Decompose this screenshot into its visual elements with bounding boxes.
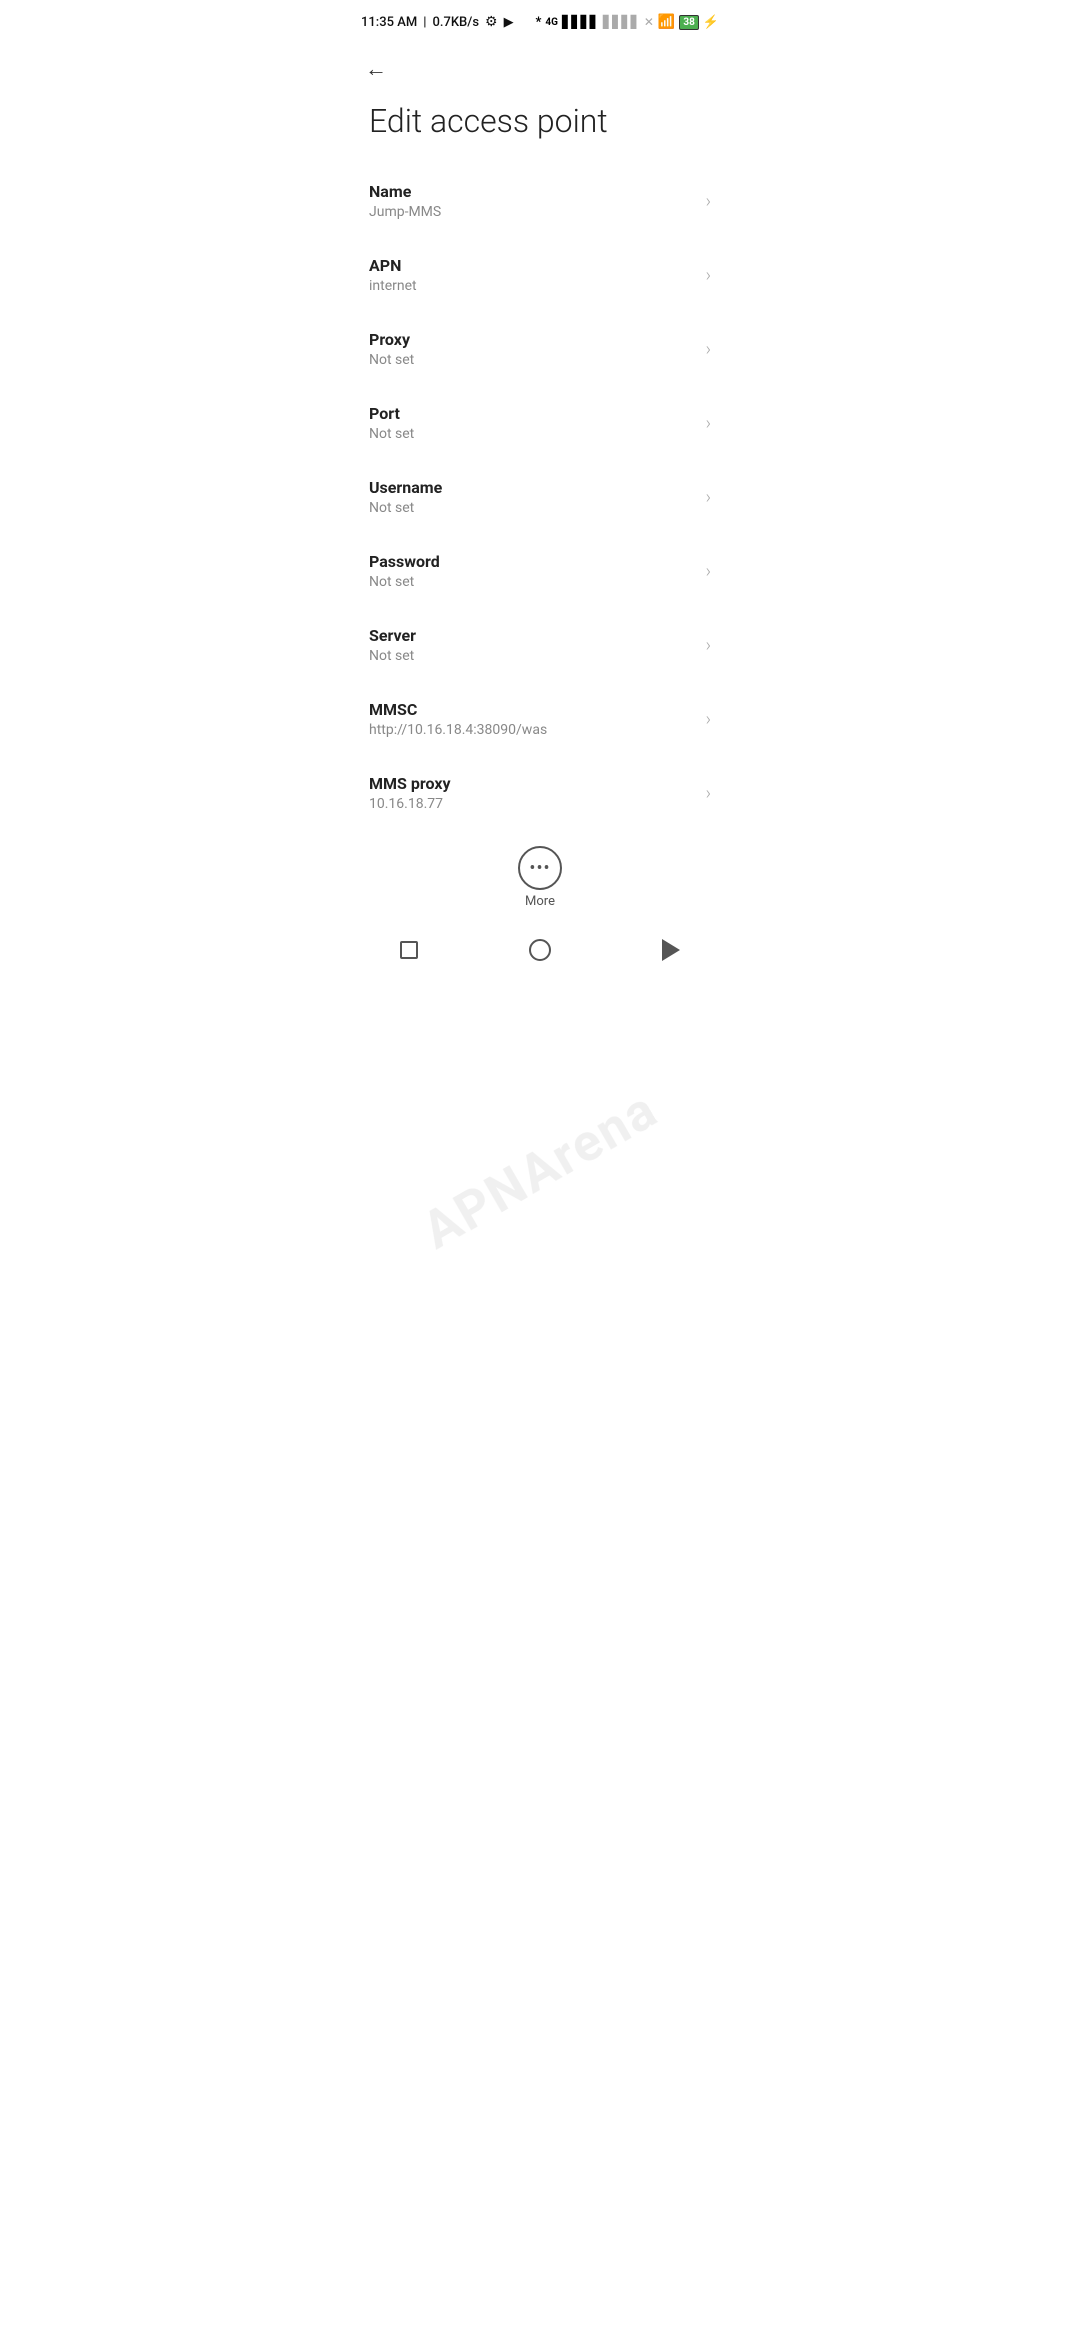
settings-item-label: Password bbox=[369, 552, 698, 571]
settings-item-value: Not set bbox=[369, 352, 698, 368]
more-label: More bbox=[525, 894, 555, 909]
settings-item-content: Password Not set bbox=[369, 552, 698, 590]
more-circle-icon: ••• bbox=[518, 846, 562, 890]
chevron-right-icon: › bbox=[706, 561, 711, 582]
settings-item-label: MMS proxy bbox=[369, 774, 698, 793]
settings-item[interactable]: Server Not set › bbox=[345, 608, 735, 682]
back-nav-icon bbox=[662, 939, 680, 961]
signal2-icon: ▋▋▋▋ bbox=[603, 15, 640, 29]
settings-list: Name Jump-MMS › APN internet › Proxy Not… bbox=[345, 164, 735, 830]
page-title: Edit access point bbox=[345, 94, 735, 164]
settings-item-value: http://10.16.18.4:38090/was bbox=[369, 722, 698, 738]
recents-icon bbox=[400, 941, 418, 959]
status-time: 11:35 AM bbox=[361, 15, 417, 30]
status-left: 11:35 AM | 0.7KB/s ⚙ ▶ bbox=[361, 14, 514, 30]
chevron-right-icon: › bbox=[706, 783, 711, 804]
settings-item-content: Name Jump-MMS bbox=[369, 182, 698, 220]
video-icon: ▶ bbox=[504, 15, 514, 30]
status-right: * 4G ▋▋▋▋ ▋▋▋▋ ✕ 📶 38 ⚡ bbox=[536, 14, 719, 30]
settings-item-value: Jump-MMS bbox=[369, 204, 698, 220]
charging-icon: ⚡ bbox=[703, 15, 719, 30]
settings-item-label: Name bbox=[369, 182, 698, 201]
settings-item-value: 10.16.18.77 bbox=[369, 796, 698, 812]
settings-item[interactable]: APN internet › bbox=[345, 238, 735, 312]
chevron-right-icon: › bbox=[706, 487, 711, 508]
settings-item-label: APN bbox=[369, 256, 698, 275]
back-nav-button[interactable] bbox=[656, 933, 686, 967]
settings-item-label: Port bbox=[369, 404, 698, 423]
back-arrow-icon: ← bbox=[365, 56, 387, 82]
settings-item-label: Username bbox=[369, 478, 698, 497]
home-button[interactable] bbox=[523, 933, 557, 967]
more-button[interactable]: ••• More bbox=[345, 830, 735, 921]
settings-item-label: Proxy bbox=[369, 330, 698, 349]
back-area: ← bbox=[345, 40, 735, 94]
settings-item-value: internet bbox=[369, 278, 698, 294]
settings-item-content: MMSC http://10.16.18.4:38090/was bbox=[369, 700, 698, 738]
settings-item-content: Server Not set bbox=[369, 626, 698, 664]
settings-item[interactable]: MMSC http://10.16.18.4:38090/was › bbox=[345, 682, 735, 756]
settings-item[interactable]: Proxy Not set › bbox=[345, 312, 735, 386]
no-signal-icon: ✕ bbox=[644, 15, 654, 29]
back-button[interactable]: ← bbox=[361, 52, 391, 86]
chevron-right-icon: › bbox=[706, 191, 711, 212]
wifi-icon: 📶 bbox=[658, 14, 675, 30]
settings-item-content: Proxy Not set bbox=[369, 330, 698, 368]
settings-item[interactable]: Port Not set › bbox=[345, 386, 735, 460]
settings-item[interactable]: Username Not set › bbox=[345, 460, 735, 534]
bluetooth-icon: * bbox=[536, 15, 542, 30]
status-bar: 11:35 AM | 0.7KB/s ⚙ ▶ * 4G ▋▋▋▋ ▋▋▋▋ ✕ … bbox=[345, 0, 735, 40]
chevron-right-icon: › bbox=[706, 413, 711, 434]
chevron-right-icon: › bbox=[706, 339, 711, 360]
watermark: APNArena bbox=[412, 1079, 668, 1262]
settings-item-value: Not set bbox=[369, 648, 698, 664]
settings-item-value: Not set bbox=[369, 574, 698, 590]
settings-item[interactable]: Name Jump-MMS › bbox=[345, 164, 735, 238]
settings-item[interactable]: Password Not set › bbox=[345, 534, 735, 608]
bottom-nav bbox=[345, 921, 735, 983]
settings-item-content: MMS proxy 10.16.18.77 bbox=[369, 774, 698, 812]
settings-item-label: MMSC bbox=[369, 700, 698, 719]
settings-item-value: Not set bbox=[369, 426, 698, 442]
settings-icon: ⚙ bbox=[485, 14, 498, 30]
settings-item-content: Username Not set bbox=[369, 478, 698, 516]
battery-icon: 38 bbox=[679, 15, 698, 30]
chevron-right-icon: › bbox=[706, 709, 711, 730]
recents-button[interactable] bbox=[394, 935, 424, 965]
chevron-right-icon: › bbox=[706, 635, 711, 656]
settings-item-value: Not set bbox=[369, 500, 698, 516]
network-4g-icon: 4G bbox=[545, 17, 558, 28]
settings-item-content: Port Not set bbox=[369, 404, 698, 442]
status-separator: | bbox=[423, 15, 426, 30]
settings-item-label: Server bbox=[369, 626, 698, 645]
signal-icon: ▋▋▋▋ bbox=[562, 15, 599, 29]
settings-item[interactable]: MMS proxy 10.16.18.77 › bbox=[345, 756, 735, 830]
chevron-right-icon: › bbox=[706, 265, 711, 286]
status-speed: 0.7KB/s bbox=[432, 15, 479, 30]
settings-item-content: APN internet bbox=[369, 256, 698, 294]
home-icon bbox=[529, 939, 551, 961]
more-dots-icon: ••• bbox=[529, 858, 550, 879]
